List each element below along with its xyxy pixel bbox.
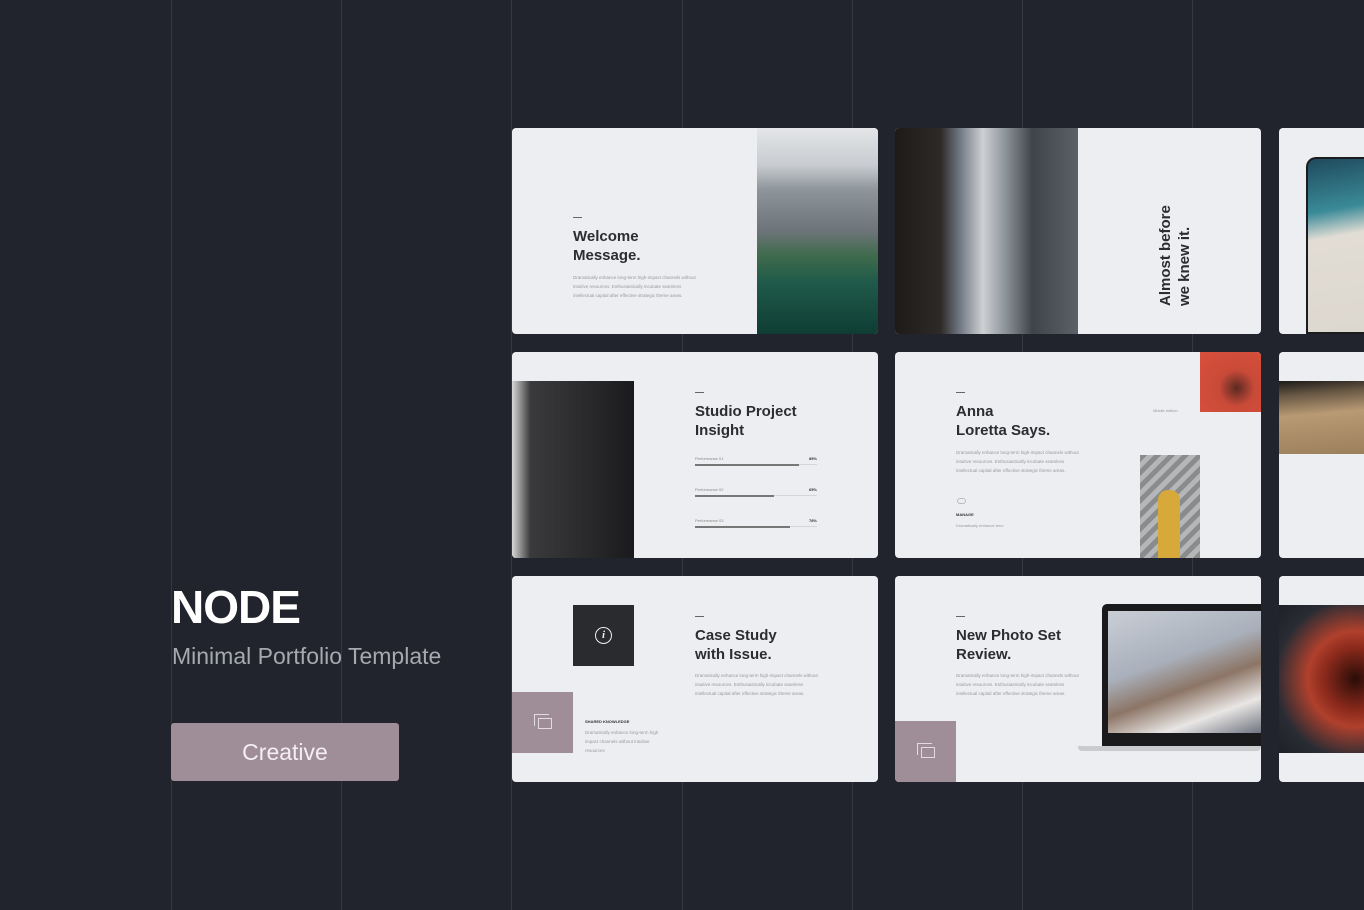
info-icon: i [595,627,612,644]
laptop-base [1078,746,1261,751]
performance-bar: Performance 02 65% [695,487,817,497]
divider [956,392,965,393]
slide-almost[interactable]: Almost before we knew it. [895,128,1261,334]
slide-title: Welcome Message. [573,228,641,265]
slide-phone-peek[interactable] [1279,128,1364,334]
slide-case-study[interactable]: i SHARED KNOWLEDGE Dramatically enhance … [512,576,878,782]
bar-value: 78% [808,518,817,523]
feature-text: Dramatically enhance long-term high impa… [585,730,659,753]
portrait-photo [1108,611,1261,733]
feature-title: SHARED KNOWLEDGE [585,719,630,724]
slide-body: Dramatically enhance long-term high-impa… [695,673,818,696]
bar-fill [695,463,799,466]
laptop-mockup [1102,604,1261,746]
woman-yellow-photo [1140,455,1200,558]
title-line: we knew it. [1175,226,1193,306]
performance-bar: Performance 01 85% [695,456,817,466]
product-title: NODE [171,581,301,633]
title-line: Insight [695,421,745,439]
title-line: Case Study [695,627,777,644]
slide-body: Dramatically enhance long-term high-impa… [573,275,696,298]
slide-photo-review[interactable]: New Photo Set Review. Dramatically enhanc… [895,576,1261,782]
phone-mockup [1306,157,1364,334]
performance-bar: Performance 03 78% [695,518,817,528]
bar-fill [695,494,775,497]
title-line: Almost before [1157,205,1174,306]
mountain-lake-photo [757,128,878,334]
red-silhouette-photo [1279,605,1364,753]
slide-desert-peek[interactable] [1279,352,1364,558]
copy-icon [534,714,552,729]
red-phone-photo [1200,352,1261,412]
title-line: Message. [573,246,641,264]
title-line: Loretta Says. [956,421,1051,439]
title-line: Studio Project [695,403,797,420]
slide-body: Dramatically enhance long-term high-impa… [956,450,1079,473]
bar-value: 85% [808,456,817,461]
divider [956,616,965,617]
title-line: Review. [956,645,1012,663]
slide-red-peek[interactable] [1279,576,1364,782]
creative-button[interactable]: Creative [171,723,399,781]
slide-title: Case Study with Issue. [695,627,777,664]
slide-title: Studio Project Insight [695,403,797,440]
slide-title: New Photo Set Review. [956,627,1061,664]
feature-title: MANAGE [956,512,974,517]
slide-studio[interactable]: Studio Project Insight Performance 01 85% … [512,352,878,558]
bar-value: 65% [808,487,817,492]
title-line: Welcome [573,228,639,245]
copy-tile [895,721,956,782]
side-label: Middle edition [1153,408,1178,413]
title-line: New Photo Set [956,627,1062,644]
bar-label: Performance 03 [695,518,724,523]
divider [573,217,582,218]
copy-icon [917,743,935,758]
cloud-icon [957,498,966,504]
feature-text: Dramatically enhance term [956,523,1004,528]
info-box: i [573,605,634,666]
slide-title: Anna Loretta Says. [956,403,1050,440]
title-line: Anna [956,403,994,420]
copy-tile [512,692,573,753]
divider [695,616,704,617]
building-street-photo [895,128,1078,334]
studio-photo [512,381,634,558]
product-subtitle: Minimal Portfolio Template [172,643,442,669]
slide-welcome[interactable]: Welcome Message. Dramatically enhance lon… [512,128,878,334]
slide-anna[interactable]: Anna Loretta Says. Dramatically enhance l… [895,352,1261,558]
bar-fill [695,525,791,528]
bar-label: Performance 02 [695,487,724,492]
slide-body: Dramatically enhance long-term high-impa… [956,673,1079,696]
bar-label: Performance 01 [695,456,724,461]
divider [695,392,704,393]
title-line: with Issue. [695,645,772,663]
desert-photo [1279,381,1364,454]
slide-title-vertical: Almost before we knew it. [1157,205,1194,306]
